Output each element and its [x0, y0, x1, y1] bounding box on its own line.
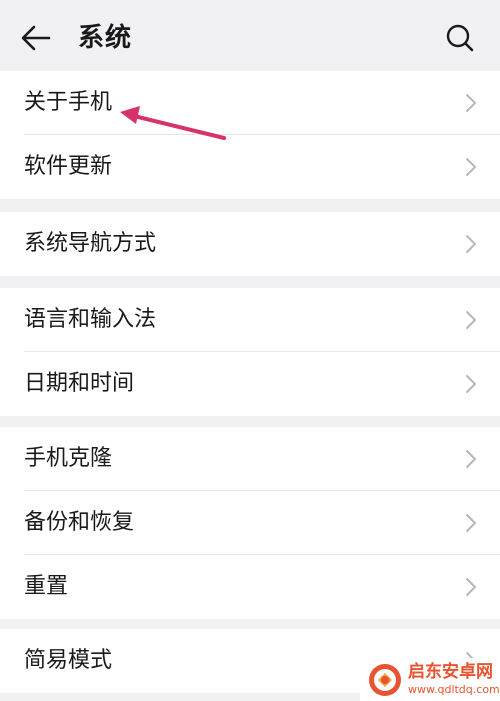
chevron-right-icon — [466, 235, 476, 253]
chevron-right-icon — [466, 94, 476, 112]
settings-item-label: 简易模式 — [24, 648, 113, 673]
chevron-right-icon — [466, 311, 476, 329]
settings-item-reset[interactable]: 重置 — [0, 555, 500, 619]
settings-item-label: 系统导航方式 — [24, 231, 157, 256]
chevron-right-icon — [466, 578, 476, 596]
chevron-right-icon — [466, 450, 476, 468]
chevron-right-icon — [466, 514, 476, 532]
settings-item-language-input[interactable]: 语言和输入法 — [0, 288, 500, 352]
page-title: 系统 — [78, 23, 133, 53]
arrow-left-icon — [21, 25, 51, 51]
settings-group-about: 关于手机 软件更新 — [0, 71, 500, 199]
settings-item-label: 重置 — [24, 574, 69, 599]
search-button[interactable] — [438, 16, 482, 60]
settings-item-label: 备份和恢复 — [24, 510, 135, 535]
watermark-text: 启东安卓网 www.qdltdq.com — [408, 662, 500, 696]
settings-item-label: 日期和时间 — [24, 371, 135, 396]
settings-item-phone-clone[interactable]: 手机克隆 — [0, 427, 500, 491]
site-watermark: 启东安卓网 www.qdltdq.com — [360, 658, 500, 701]
settings-item-about-phone[interactable]: 关于手机 — [0, 71, 500, 135]
settings-item-label: 关于手机 — [24, 90, 113, 115]
settings-group-navigation: 系统导航方式 — [0, 212, 500, 276]
chevron-right-icon — [466, 158, 476, 176]
settings-item-backup-restore[interactable]: 备份和恢复 — [0, 491, 500, 555]
settings-group-language-time: 语言和输入法 日期和时间 — [0, 288, 500, 416]
settings-item-navigation-mode[interactable]: 系统导航方式 — [0, 212, 500, 276]
settings-item-label: 语言和输入法 — [24, 307, 157, 332]
back-button[interactable] — [14, 18, 58, 58]
watermark-name: 启东安卓网 — [408, 662, 493, 682]
app-header: 系统 — [0, 0, 500, 72]
settings-item-date-time[interactable]: 日期和时间 — [0, 352, 500, 416]
search-icon — [446, 24, 474, 52]
settings-item-software-update[interactable]: 软件更新 — [0, 135, 500, 199]
site-logo-icon — [369, 663, 401, 696]
watermark-url: www.qdltdq.com — [408, 683, 500, 696]
chevron-right-icon — [466, 375, 476, 393]
settings-item-label: 软件更新 — [24, 154, 113, 179]
settings-group-backup: 手机克隆 备份和恢复 重置 — [0, 427, 500, 619]
settings-item-label: 手机克隆 — [24, 446, 113, 471]
